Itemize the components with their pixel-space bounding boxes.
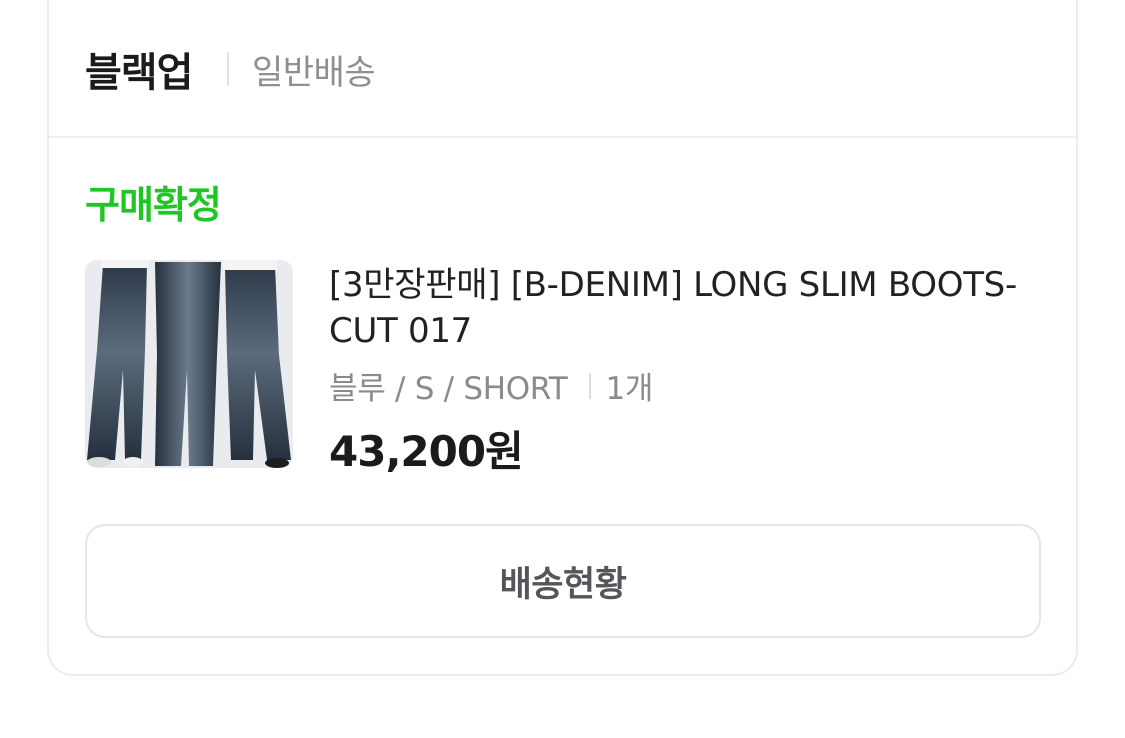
store-header: 블랙업 일반배송 — [49, 0, 1076, 138]
product-price: 43,200원 — [329, 427, 524, 476]
order-card: 블랙업 일반배송 구매확정 [3만장판매] [B-DENIM] LONG SLI… — [47, 0, 1078, 676]
product-thumbnail[interactable] — [85, 260, 293, 468]
product-name[interactable]: [3만장판매] [B-DENIM] LONG SLIM BOOTS-CUT 01… — [329, 262, 1049, 354]
order-status: 구매확정 — [85, 183, 222, 227]
product-options: 블루 / S / SHORT 1개 — [329, 363, 653, 408]
jeans-image-icon — [85, 260, 293, 468]
header-divider — [227, 52, 229, 86]
option-text: 블루 / S / SHORT — [329, 371, 568, 407]
track-shipping-button[interactable]: 배송현황 — [85, 524, 1041, 638]
shipping-type: 일반배송 — [252, 53, 376, 93]
option-divider — [589, 372, 592, 399]
store-name[interactable]: 블랙업 — [85, 40, 193, 98]
quantity-text: 1개 — [605, 371, 654, 407]
